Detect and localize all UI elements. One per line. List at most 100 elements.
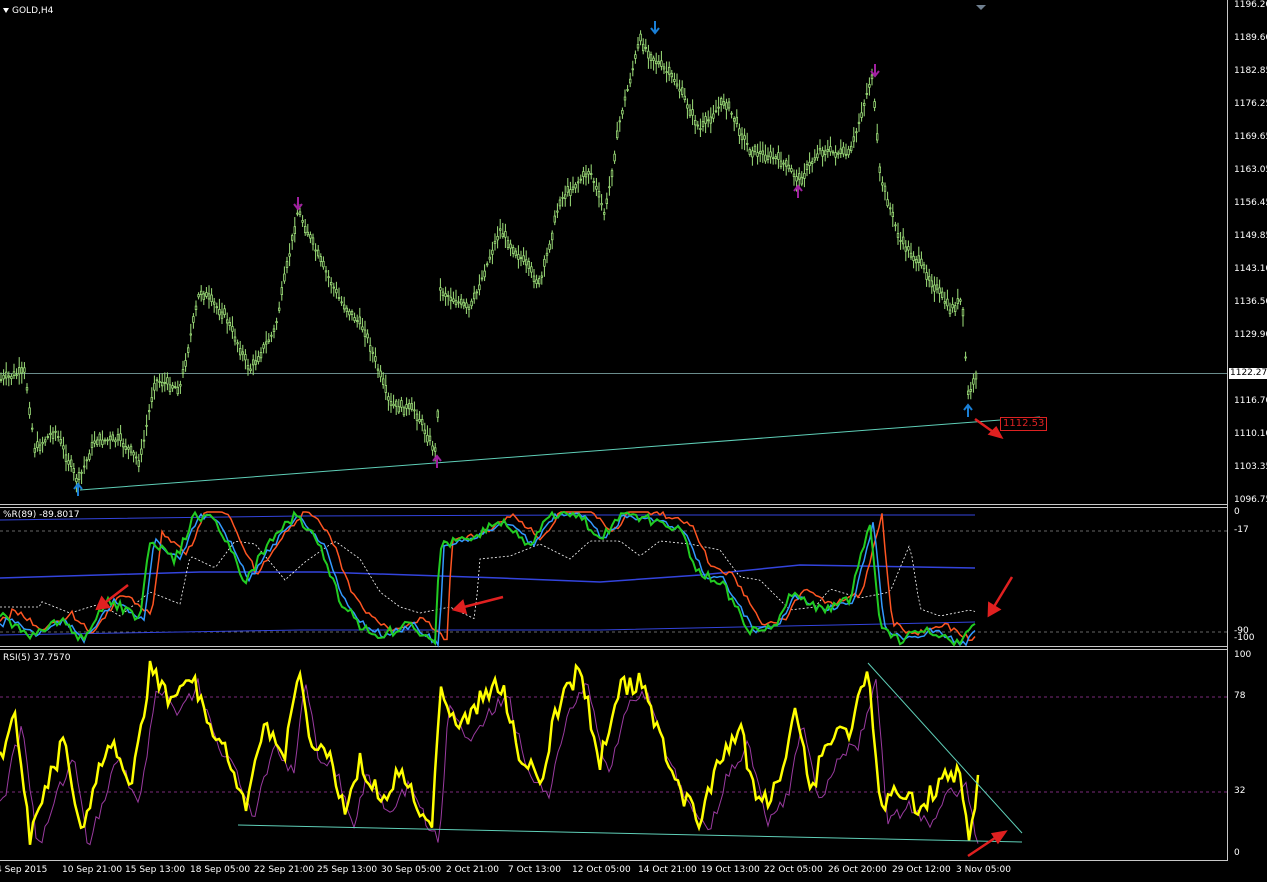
candle-body [878, 166, 882, 173]
candle-body [30, 427, 34, 430]
candle-body [743, 135, 746, 140]
candle-body [129, 445, 133, 453]
candle-body [553, 215, 557, 223]
candle-body [545, 252, 549, 256]
candle-body [184, 360, 187, 367]
candle-body [678, 88, 681, 92]
candle-body [774, 156, 778, 159]
candle-body [355, 320, 359, 322]
candle-body [756, 152, 759, 157]
candle-body [322, 260, 325, 268]
candle-body [2, 374, 5, 380]
candle-body [558, 199, 562, 207]
fractal-down-arrow-icon [650, 21, 660, 35]
candle-body [257, 356, 260, 363]
candle-body [956, 298, 960, 304]
symbol-label[interactable]: GOLD,H4 [3, 6, 53, 16]
candle-body [519, 257, 523, 259]
candle-body [850, 145, 853, 152]
candle-body [124, 445, 128, 450]
candle-body [179, 384, 182, 387]
candle-body [158, 381, 161, 383]
candle-body [324, 270, 328, 273]
candle-body [298, 211, 302, 215]
candle-body [587, 170, 590, 175]
candle-body [363, 329, 367, 337]
candle-body [415, 413, 419, 421]
candle-body [80, 471, 83, 474]
candle-body [441, 291, 445, 297]
rsi-axis-tick: 78 [1234, 691, 1246, 701]
candle-body [639, 33, 642, 42]
candle-body [140, 448, 143, 455]
candle-body [220, 311, 224, 319]
candle-body [899, 240, 902, 242]
candle-body [951, 304, 954, 309]
candlestick-series [0, 30, 978, 493]
candle-body [83, 465, 86, 468]
candle-body [376, 368, 380, 371]
time-axis-tick: 25 Sep 13:00 [317, 865, 378, 875]
candle-body [457, 301, 460, 304]
candle-body [426, 434, 429, 443]
current-price-label: 1122.27 [1229, 368, 1267, 379]
candle-body [402, 407, 406, 416]
candle-body [106, 439, 109, 442]
candle-body [166, 377, 169, 385]
candle-body [7, 375, 11, 378]
candle-body [694, 120, 697, 126]
candle-body [748, 149, 752, 155]
candle-body [699, 128, 702, 130]
candle-body [225, 319, 229, 324]
price-trendline[interactable] [79, 416, 1041, 491]
candle-body [837, 152, 840, 155]
candle-body [111, 434, 115, 441]
chart-shift-marker[interactable] [976, 5, 986, 10]
candle-body [826, 149, 830, 152]
candle-body [787, 164, 791, 170]
price-axis-tick: 1176.25 [1234, 99, 1267, 109]
candle-body [189, 333, 193, 336]
candle-body [207, 293, 211, 300]
candle-body [683, 95, 687, 101]
candle-body [70, 459, 73, 468]
wpr-axis-tick: -17 [1234, 525, 1249, 535]
chart-canvas[interactable] [0, 0, 1267, 882]
candle-body [280, 287, 284, 295]
time-axis-tick: 19 Oct 13:00 [701, 865, 760, 875]
candle-body [634, 54, 637, 59]
candle-body [535, 279, 538, 284]
rsi-support-trendline [237, 824, 1023, 843]
candle-body [64, 454, 68, 462]
candle-body [36, 441, 39, 449]
candle-body [618, 120, 622, 123]
candle-body [387, 396, 390, 401]
candle-body [772, 157, 775, 160]
candle-body [808, 161, 811, 166]
candle-body [540, 275, 544, 278]
candle-body [160, 381, 164, 387]
candle-body [5, 371, 8, 379]
candle-body [319, 256, 323, 263]
candle-body [902, 236, 905, 245]
candle-body [608, 186, 611, 189]
candle-body [405, 404, 408, 409]
candle-body [231, 326, 234, 332]
candle-body [969, 388, 973, 392]
candle-body [600, 203, 603, 206]
candle-body [886, 199, 889, 207]
candle-body [616, 130, 619, 139]
candle-body [912, 255, 915, 261]
candle-body [470, 300, 473, 307]
candle-body [704, 116, 707, 124]
candle-body [236, 342, 239, 345]
candle-body [155, 379, 159, 382]
price-axis-tick: 1129.90 [1234, 330, 1267, 340]
candle-body [813, 157, 817, 161]
price-axis-tick: 1136.50 [1234, 297, 1267, 307]
candle-body [288, 253, 291, 257]
candle-body [410, 403, 414, 410]
candle-body [262, 344, 265, 349]
candle-body [660, 60, 663, 67]
candle-body [525, 259, 528, 266]
